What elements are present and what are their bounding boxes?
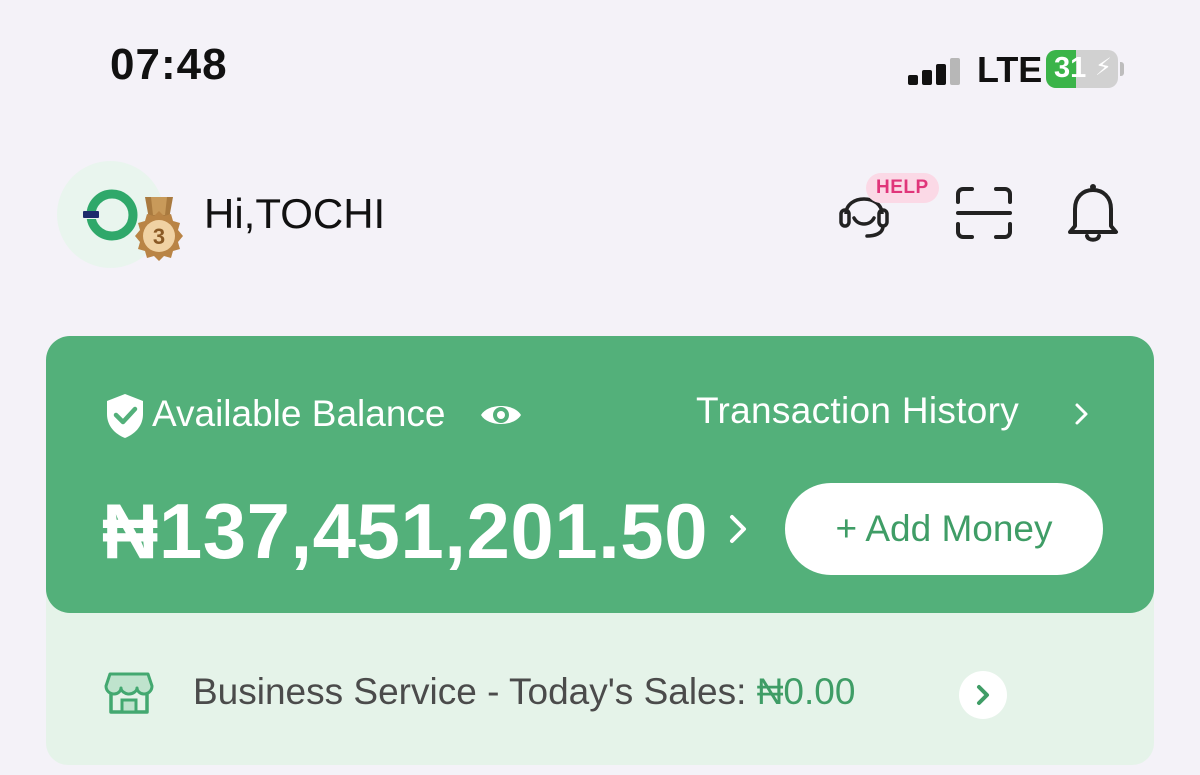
- bell-icon[interactable]: [1066, 182, 1120, 244]
- today-sales-value: ₦0.00: [756, 671, 856, 712]
- network-type: LTE: [977, 49, 1043, 90]
- status-time: 07:48: [110, 40, 228, 89]
- scan-icon[interactable]: [955, 186, 1013, 240]
- balance-label: Available Balance: [152, 393, 446, 434]
- greeting: Hi,TOCHI: [204, 190, 386, 237]
- battery-icon: 31 ⚡: [1046, 50, 1118, 88]
- balance-card: Available Balance Transaction History ₦1…: [46, 336, 1154, 613]
- transaction-history-link[interactable]: Transaction History: [696, 390, 1019, 432]
- business-chevron-button[interactable]: [959, 671, 1007, 719]
- balance-amount: ₦137,451,201.50: [102, 487, 709, 575]
- store-icon: [104, 668, 154, 718]
- business-sales-row[interactable]: Business Service - Today's Sales: ₦0.00: [193, 671, 855, 713]
- battery-percent: 31: [1054, 52, 1087, 84]
- charging-bolt-icon: ⚡: [1095, 54, 1112, 81]
- chevron-right-icon[interactable]: [1072, 400, 1092, 428]
- add-money-button[interactable]: + Add Money: [785, 483, 1103, 575]
- eye-icon[interactable]: [479, 399, 523, 431]
- medal-level: 3: [153, 224, 165, 249]
- help-badge[interactable]: HELP: [866, 173, 939, 203]
- business-label: Business Service - Today's Sales:: [193, 671, 757, 712]
- chevron-right-icon[interactable]: [726, 510, 750, 548]
- chevron-right-icon: [977, 685, 989, 705]
- signal-icon: [908, 55, 964, 85]
- shield-check-icon: [105, 393, 145, 439]
- medal-icon: 3: [129, 197, 189, 269]
